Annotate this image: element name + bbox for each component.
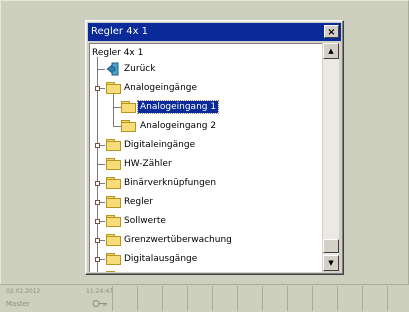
- taskbar-slot-11[interactable]: [362, 286, 387, 311]
- regler-dialog: Regler 4x 1 × Regler 4x 1 Zurück Analoge…: [85, 20, 344, 275]
- taskbar-slot-4[interactable]: [187, 286, 212, 311]
- tree-item-label: Sollwerte: [124, 216, 166, 226]
- tree-item-digitaleingaenge[interactable]: Digitaleingänge: [90, 136, 322, 155]
- taskbar-slot-5[interactable]: [212, 286, 237, 311]
- taskbar-slot-8[interactable]: [287, 286, 312, 311]
- tree-item-regler[interactable]: Regler: [90, 193, 322, 212]
- tree-item-back[interactable]: Zurück: [90, 60, 322, 79]
- tree-item-partial[interactable]: [90, 268, 322, 272]
- folder-icon: [106, 253, 121, 265]
- tree-item-label: Digitalausgänge: [124, 254, 198, 264]
- folder-icon: [106, 215, 121, 227]
- tree-view[interactable]: Regler 4x 1 Zurück Analogeingänge Analog: [89, 43, 322, 272]
- folder-icon: [106, 82, 121, 94]
- tree-branch-line: [100, 259, 105, 260]
- tree-item-label-selected: Analogeingang 1: [136, 100, 220, 114]
- vertical-scrollbar[interactable]: ▲ ▼: [323, 43, 339, 271]
- close-button[interactable]: ×: [324, 25, 339, 38]
- status-time: 11:24:47: [86, 288, 113, 295]
- tree-item-label: Grenzwertüberwachung: [124, 235, 232, 245]
- folder-icon: [106, 177, 121, 189]
- tree-branch-line: [100, 145, 105, 146]
- taskbar-slot-9[interactable]: [312, 286, 337, 311]
- status-date: 02.02.2012: [6, 288, 41, 295]
- tree-item-digitalausgaenge[interactable]: Digitalausgänge: [90, 250, 322, 269]
- tree-item-analogeingang-1[interactable]: Analogeingang 1: [90, 98, 322, 117]
- status-taskbar: 02.02.2012 11:24:47 Master: [0, 284, 409, 312]
- taskbar-slot-2[interactable]: [137, 286, 162, 311]
- folder-icon: [106, 158, 121, 170]
- tree-item-label: HW-Zähler: [124, 159, 172, 169]
- taskbar-slot-1[interactable]: [112, 286, 137, 311]
- scroll-down-button[interactable]: ▼: [323, 255, 339, 271]
- scroll-thumb[interactable]: [323, 239, 339, 253]
- tree-branch-line: [100, 202, 105, 203]
- tree-item-label: Binärverknüpfungen: [124, 178, 217, 188]
- folder-icon: [121, 120, 136, 132]
- tree-branch-line: [100, 240, 105, 241]
- folder-icon: [121, 101, 136, 113]
- tree-item-binaerverknuepfungen[interactable]: Binärverknüpfungen: [90, 174, 322, 193]
- dialog-titlebar[interactable]: Regler 4x 1 ×: [88, 23, 341, 41]
- tree-item-analogeingang-2[interactable]: Analogeingang 2: [90, 117, 322, 136]
- folder-icon: [106, 196, 121, 208]
- key-icon[interactable]: [92, 298, 108, 309]
- taskbar-slot-7[interactable]: [262, 286, 287, 311]
- status-user: Master: [6, 300, 30, 308]
- tree-branch-line: [113, 107, 121, 108]
- tree-item-label: Analogeingang 2: [140, 121, 217, 131]
- folder-icon: [106, 139, 121, 151]
- tree-item-grenzwertueberwachung[interactable]: Grenzwertüberwachung: [90, 231, 322, 250]
- tree-branch-line: [97, 164, 105, 165]
- tree-item-back-label: Zurück: [124, 64, 156, 74]
- tree-branch-line: [100, 221, 105, 222]
- taskbar-slot-6[interactable]: [237, 286, 262, 311]
- folder-icon: [106, 271, 121, 272]
- tree-item-label: Digitaleingänge: [124, 140, 196, 150]
- taskbar-slot-12[interactable]: [387, 286, 409, 311]
- tree-item-hw-zaehler[interactable]: HW-Zähler: [90, 155, 322, 174]
- tree-branch-line: [113, 126, 121, 127]
- back-door-icon: [106, 62, 119, 76]
- tree-branch-line: [97, 69, 105, 70]
- taskbar-slot-10[interactable]: [337, 286, 362, 311]
- tree-item-label: Analogeingänge: [124, 83, 198, 93]
- tree-item-label: Regler: [124, 197, 153, 207]
- tree-branch-line: [100, 88, 105, 89]
- folder-icon: [106, 234, 121, 246]
- scroll-up-button[interactable]: ▲: [323, 43, 339, 59]
- taskbar-slot-3[interactable]: [162, 286, 187, 311]
- tree-item-analogeingaenge[interactable]: Analogeingänge: [90, 79, 322, 98]
- tree-item-sollwerte[interactable]: Sollwerte: [90, 212, 322, 231]
- tree-root-label: Regler 4x 1: [92, 48, 144, 58]
- tree-branch-line: [100, 183, 105, 184]
- dialog-title: Regler 4x 1: [91, 26, 149, 37]
